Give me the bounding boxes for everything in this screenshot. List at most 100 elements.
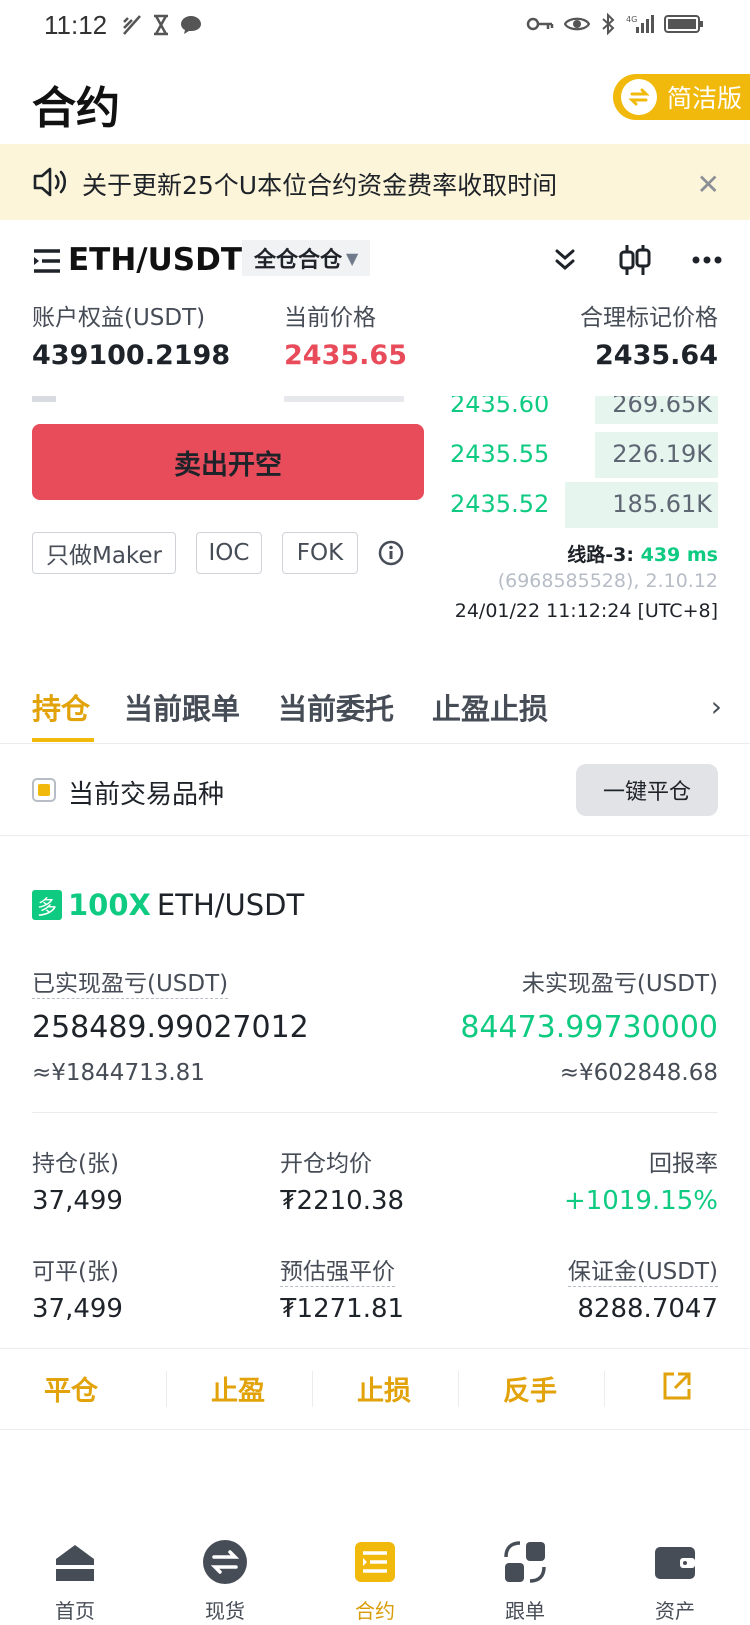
orderbook-qty: 269.65K: [612, 396, 712, 418]
orderbook-price: 2435.60: [450, 396, 550, 418]
ioc-option[interactable]: IOC: [196, 532, 262, 574]
orderbook-qty: 185.61K: [612, 490, 712, 518]
more-icon[interactable]: [692, 256, 722, 264]
position-actions: 平仓 止盈 止损 反手: [0, 1348, 750, 1430]
orderbook-row[interactable]: 2435.60 269.65K: [450, 396, 718, 424]
nav-futures-label: 合约: [355, 1599, 395, 1623]
orderbook-row[interactable]: 2435.55 226.19K: [450, 432, 718, 478]
long-badge: 多: [32, 890, 62, 920]
nav-home[interactable]: 首页: [0, 1525, 150, 1624]
status-time: 11:12: [44, 10, 108, 40]
orderbook-price: 2435.55: [450, 440, 550, 468]
roe-value: +1019.15%: [563, 1186, 718, 1216]
tab-positions[interactable]: 持仓: [32, 686, 90, 728]
divider: [32, 1112, 718, 1113]
maker-only-option[interactable]: 只做Maker: [32, 532, 176, 574]
caret-down-icon: ▼: [346, 248, 359, 268]
latency-value: 439 ms: [640, 544, 718, 566]
home-icon: [56, 1545, 94, 1581]
mark-price-label: 合理标记价格: [580, 305, 718, 331]
realized-pnl-cny: ≈¥1844713.81: [32, 1060, 205, 1086]
nav-home-label: 首页: [55, 1599, 95, 1623]
mark-price-stat: 合理标记价格 2435.64: [580, 298, 718, 371]
chevron-right-icon[interactable]: ›: [711, 690, 722, 723]
account-stats: 账户权益(USDT) 439100.2198 当前价格 2435.65 合理标记…: [0, 298, 750, 374]
wallet-icon: [655, 1547, 695, 1579]
announcement-banner[interactable]: 关于更新25个U本位合约资金费率收取时间 ✕: [0, 144, 750, 220]
tab-copy-orders[interactable]: 当前跟单: [124, 686, 240, 728]
unrealized-pnl-cny: ≈¥602848.68: [559, 1060, 718, 1086]
liq-price-label[interactable]: 预估强平价: [280, 1252, 395, 1287]
closable-label: 可平(张): [32, 1259, 119, 1285]
current-symbol-label[interactable]: 当前交易品种: [68, 774, 224, 811]
size-value: 37,499: [32, 1186, 123, 1216]
take-profit-button[interactable]: 止盈: [211, 1369, 265, 1408]
candlestick-chart-icon[interactable]: [618, 244, 652, 276]
key-icon: [526, 17, 554, 31]
entry-price-label: 开仓均价: [280, 1151, 372, 1177]
eye-icon: [564, 17, 590, 31]
share-icon[interactable]: [660, 1369, 694, 1403]
stop-loss-button[interactable]: 止损: [357, 1369, 411, 1408]
orderbook-qty: 226.19K: [612, 440, 712, 468]
nav-copy-trade[interactable]: 跟单: [450, 1525, 600, 1624]
chat-bubble-icon: [181, 16, 201, 34]
close-icon[interactable]: ✕: [697, 168, 720, 201]
spot-icon: [203, 1540, 247, 1584]
sell-open-short-button[interactable]: 卖出开空: [32, 424, 424, 500]
fok-option[interactable]: FOK: [282, 532, 358, 574]
leverage: 100X: [68, 888, 151, 922]
bluetooth-icon: [602, 13, 615, 35]
orderbook-row[interactable]: 2435.52 185.61K: [450, 482, 718, 528]
nav-spot[interactable]: 现货: [150, 1525, 300, 1624]
simple-mode-button[interactable]: 简洁版: [612, 74, 750, 120]
margin-label[interactable]: 保证金(USDT): [567, 1252, 718, 1287]
symbol-name[interactable]: ETH/USDT: [68, 242, 242, 278]
unrealized-pnl-label: 未实现盈亏(USDT): [521, 971, 718, 997]
server-time: 24/01/22 11:12:24 [UTC+8]: [454, 600, 718, 622]
announcement-text: 关于更新25个U本位合约资金费率收取时间: [82, 171, 558, 200]
status-bar: 11:12 4G: [0, 0, 750, 56]
tab-open-orders[interactable]: 当前委托: [278, 686, 394, 728]
info-icon[interactable]: [378, 540, 404, 566]
speaker-icon: [33, 167, 67, 197]
svg-text:4G: 4G: [626, 15, 637, 24]
double-chevron-down-icon[interactable]: [552, 247, 578, 273]
nav-futures[interactable]: 合约: [300, 1525, 450, 1624]
price-label: 当前价格: [284, 305, 376, 331]
current-symbol-checkbox[interactable]: [32, 778, 56, 802]
line-label: 线路-3:: [567, 544, 634, 566]
nav-copy-trade-label: 跟单: [505, 1599, 545, 1623]
roe-label: 回报率: [649, 1151, 718, 1177]
battery-icon: [664, 15, 703, 33]
tab-tp-sl[interactable]: 止盈止损: [432, 686, 548, 728]
close-position-button[interactable]: 平仓: [44, 1369, 98, 1408]
realized-pnl-value: 258489.99027012: [32, 1010, 309, 1045]
position-header: 多 100X ETH/USDT: [32, 888, 304, 922]
active-tab-indicator: [32, 738, 94, 742]
reverse-button[interactable]: 反手: [503, 1369, 557, 1408]
nav-spot-label: 现货: [205, 1599, 245, 1623]
position-tabs: 持仓 当前跟单 当前委托 止盈止损 ›: [0, 680, 750, 744]
close-all-button[interactable]: 一键平仓: [576, 764, 718, 816]
unrealized-pnl-value: 84473.99730000: [460, 1010, 718, 1045]
entry-price-value: ₮2210.38: [280, 1186, 405, 1216]
liq-price-value: ₮1271.81: [280, 1294, 405, 1324]
closable-value: 37,499: [32, 1294, 123, 1324]
nav-assets[interactable]: 资产: [600, 1525, 750, 1624]
margin-mode-select[interactable]: 全仓合仓 ▼: [242, 240, 371, 276]
filter-row: 当前交易品种 一键平仓: [0, 744, 750, 836]
menu-list-icon[interactable]: [32, 248, 62, 274]
hourglass-icon: [154, 14, 168, 36]
margin-mode-label: 全仓合仓: [254, 248, 343, 273]
server-latency: 线路-3: 439 ms: [567, 540, 718, 567]
realized-pnl-label[interactable]: 已实现盈亏(USDT): [32, 964, 229, 999]
position-symbol: ETH/USDT: [156, 888, 305, 922]
futures-icon: [355, 1542, 395, 1582]
mark-price-value: 2435.64: [595, 340, 718, 371]
app-version: (6968585528), 2.10.12: [497, 570, 718, 592]
nav-assets-label: 资产: [655, 1599, 695, 1623]
orderbook-price: 2435.52: [450, 490, 550, 518]
price-stat: 当前价格 2435.65: [284, 298, 407, 371]
bottom-navigation: 首页 现货 合约 跟单 资产: [0, 1525, 750, 1625]
